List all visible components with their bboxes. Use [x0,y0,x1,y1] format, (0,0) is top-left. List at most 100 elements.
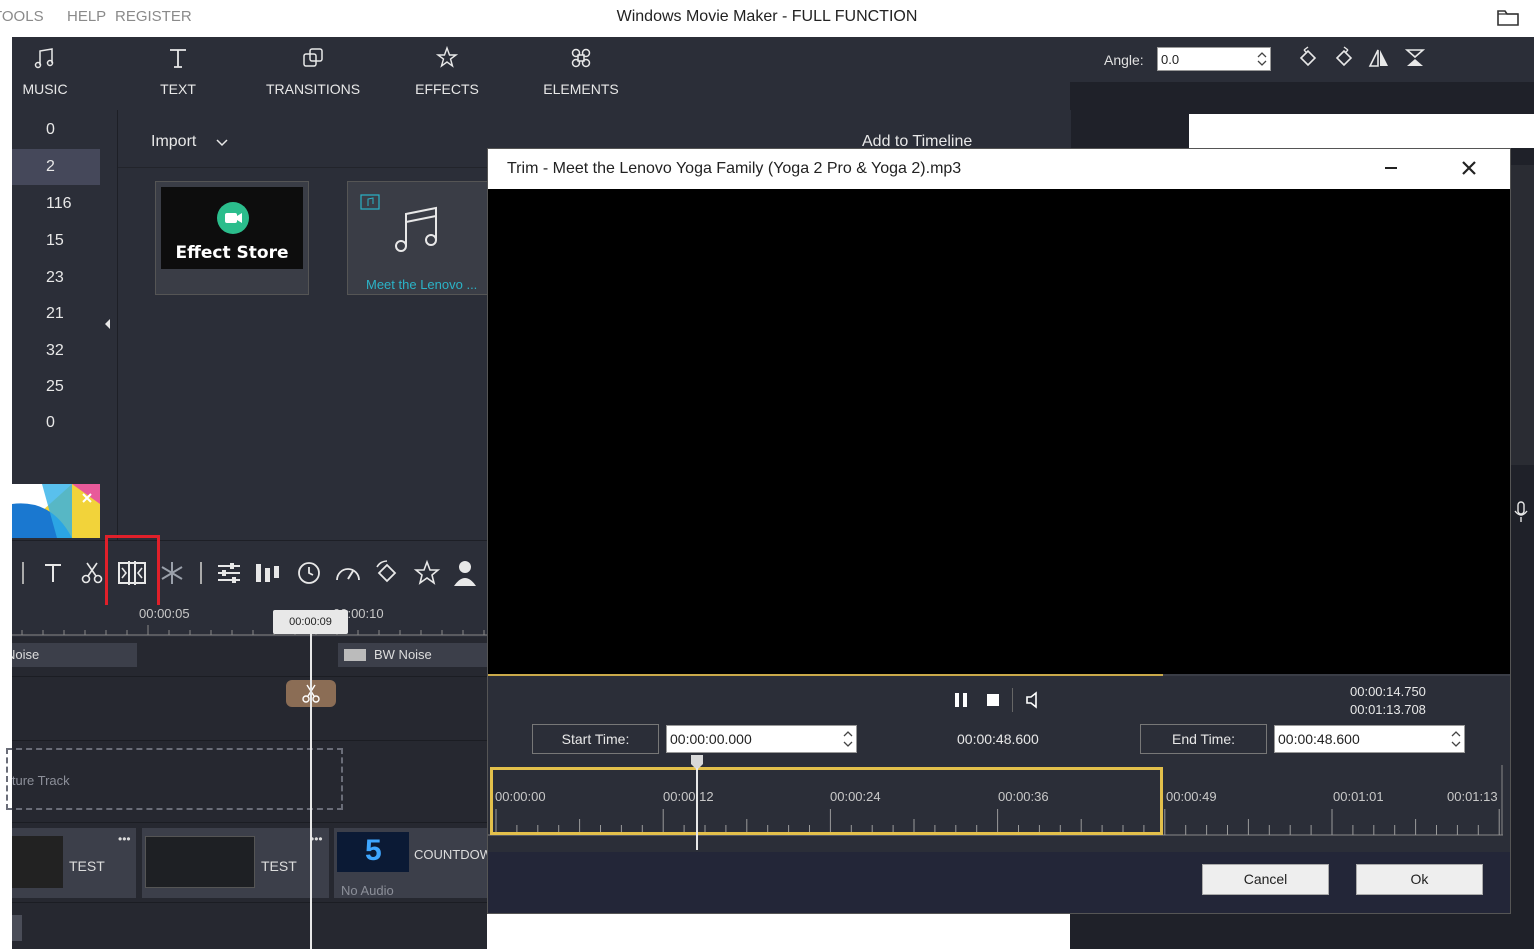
effect-clip-bw-noise[interactable]: BW Noise [338,643,487,667]
flip-vertical-icon[interactable] [1403,46,1427,70]
stop-icon[interactable] [984,690,1002,710]
trim-playhead[interactable] [690,754,704,850]
toolbar-music-label: MUSIC [22,81,68,97]
video-clip[interactable]: TEST ••• [12,828,136,898]
elements-icon [571,48,591,68]
close-icon[interactable] [1460,159,1478,177]
preview-canvas [1189,114,1534,148]
effect-store-label: Effect Store [175,243,289,263]
effect-clip-label: BW Noise [374,647,432,662]
media-music-item[interactable]: Meet the Lenovo ... [347,181,489,295]
track-divider [12,822,487,823]
transitions-icon [303,48,323,67]
toolbar-elements-button[interactable]: ELEMENTS [538,37,624,110]
controls-divider [1012,688,1013,712]
trim-ruler-label: 00:01:01 [1333,789,1384,804]
effect-clip-label: Noise [12,647,40,662]
sidebar-count-item[interactable]: 23 [12,260,100,296]
angle-label: Angle: [1104,52,1144,68]
trim-selection-range[interactable] [490,767,1163,835]
left-edge [0,37,12,949]
ok-button[interactable]: Ok [1356,864,1483,895]
toolbar-divider [200,562,202,584]
clip-thumbnail [145,836,255,888]
end-time-button[interactable]: End Time: [1140,724,1267,754]
person-icon[interactable] [451,558,481,588]
trim-dialog-title: Trim - Meet the Lenovo Yoga Family (Yoga… [507,160,962,177]
thumbnail-preview [12,484,100,538]
import-dropdown[interactable]: Import [151,133,196,151]
pause-icon[interactable] [952,690,970,710]
sidebar-count-item[interactable]: 0 [12,112,100,148]
clip-more-icon[interactable]: ••• [118,832,131,846]
trim-ruler-label: 00:00:49 [1166,789,1217,804]
sidebar-count-item[interactable]: 32 [12,333,100,369]
music-file-badge-icon [360,194,380,210]
collapse-arrow-icon[interactable] [103,318,111,330]
track-handle[interactable] [12,915,22,941]
clip-label: TEST [69,858,105,874]
pip-track-label: Picture in Picture Track [12,773,212,788]
folder-icon[interactable] [1496,6,1520,28]
sidebar-count-item-selected[interactable]: 2 [12,149,100,185]
start-time-input[interactable] [666,725,857,753]
microphone-icon[interactable] [1512,500,1530,524]
track-divider [12,740,487,741]
minimize-icon[interactable] [1383,160,1399,176]
toolbar-transitions-button[interactable]: TRANSITIONS [258,37,368,110]
toolbar-effects-label: EFFECTS [415,81,479,97]
clip-thumbnail: 5 [337,832,409,872]
trim-icon[interactable] [117,559,147,587]
angle-input[interactable] [1157,47,1271,71]
add-text-icon[interactable] [40,560,66,586]
adjust-icon[interactable] [216,561,242,585]
trim-video-preview [488,189,1510,674]
music-icon [34,48,54,69]
clip-audio-label: No Audio [341,883,394,898]
effect-store-thumbnail: Effect Store [161,187,303,269]
video-clip-countdown[interactable]: 5 COUNTDOWN No Audio [334,828,487,898]
clock-icon[interactable] [296,560,322,586]
cancel-button[interactable]: Cancel [1202,864,1329,895]
rotate-left-icon[interactable] [1296,46,1320,70]
freeze-frame-icon[interactable] [159,560,185,586]
trim-ruler-label: 00:01:13 [1447,789,1498,804]
title-bar: TOOLS HELP REGISTER Windows Movie Maker … [0,0,1534,37]
total-time: 00:01:13.708 [1350,702,1426,717]
timeline-playhead[interactable] [310,634,312,949]
music-note-icon [395,206,437,252]
effect-clip-noise[interactable]: Noise [12,643,137,667]
end-time-spinner-icon[interactable] [1449,727,1463,751]
scissors-icon[interactable] [79,560,105,586]
rotate-clip-icon[interactable] [373,559,401,587]
current-time: 00:00:14.750 [1350,684,1426,699]
audio-mixer-icon[interactable] [254,560,284,586]
volume-icon[interactable] [1022,690,1042,710]
clip-thumbnail [12,836,63,888]
flip-horizontal-icon[interactable] [1367,46,1391,70]
text-icon [170,49,186,68]
toolbar-text-button[interactable]: TEXT [143,37,213,110]
rotate-right-icon[interactable] [1332,46,1356,70]
toolbar-effects-button[interactable]: EFFECTS [410,37,484,110]
sidebar-count-item[interactable]: 25 [12,369,100,405]
timeline-ruler-ticks [12,625,487,636]
toolbar-music-button[interactable]: MUSIC [12,37,78,110]
favorite-star-icon[interactable] [413,559,441,587]
sidebar-count-item[interactable]: 0 [12,405,100,441]
playhead-time-tooltip: 00:00:09 [273,610,348,634]
track-divider [12,676,487,677]
end-time-input[interactable] [1274,725,1465,753]
chevron-down-icon[interactable] [215,138,229,148]
video-clip[interactable]: TEST ••• [142,828,329,898]
sidebar-count-item[interactable]: 116 [12,186,100,222]
sidebar-count-item[interactable]: 21 [12,296,100,332]
speed-icon[interactable] [334,560,362,586]
ruler-label: 00:00:05 [139,606,190,621]
angle-spinner-icon[interactable] [1255,49,1269,69]
start-time-button[interactable]: Start Time: [532,724,659,754]
music-item-label: Meet the Lenovo ... [366,277,478,292]
preview-side-panel [1510,165,1534,465]
sidebar-count-item[interactable]: 15 [12,223,100,259]
start-time-spinner-icon[interactable] [841,727,855,751]
